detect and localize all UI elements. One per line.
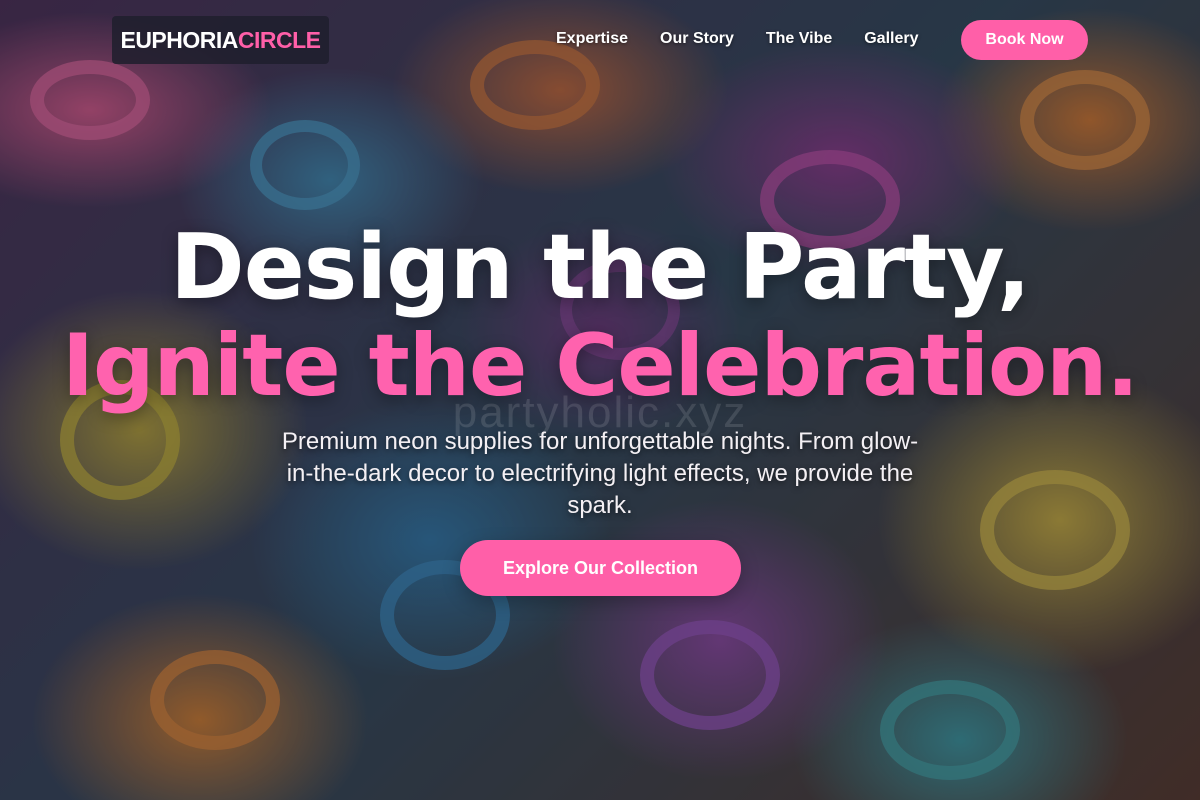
- explore-collection-button[interactable]: Explore Our Collection: [460, 540, 741, 596]
- hero-headline-line1: Design the Party,: [169, 215, 1031, 320]
- brand-logo[interactable]: EUPHORIA CIRCLE: [112, 16, 329, 64]
- top-navbar: EUPHORIA CIRCLE Expertise Our Story The V…: [0, 0, 1200, 80]
- logo-text-part1: EUPHORIA: [120, 26, 238, 53]
- hero-subtext: Premium neon supplies for unforgettable …: [281, 428, 919, 519]
- hero-headline-line2: Ignite the Celebration.: [61, 316, 1139, 416]
- nav-link-the-vibe[interactable]: The Vibe: [750, 28, 848, 50]
- logo-text-part2: CIRCLE: [237, 26, 321, 53]
- nav-link-our-story[interactable]: Our Story: [644, 28, 750, 50]
- nav-link-expertise[interactable]: Expertise: [540, 28, 644, 50]
- nav-links: Expertise Our Story The Vibe Gallery: [540, 28, 935, 50]
- nav-link-gallery[interactable]: Gallery: [848, 28, 934, 50]
- book-now-button[interactable]: Book Now: [961, 20, 1088, 60]
